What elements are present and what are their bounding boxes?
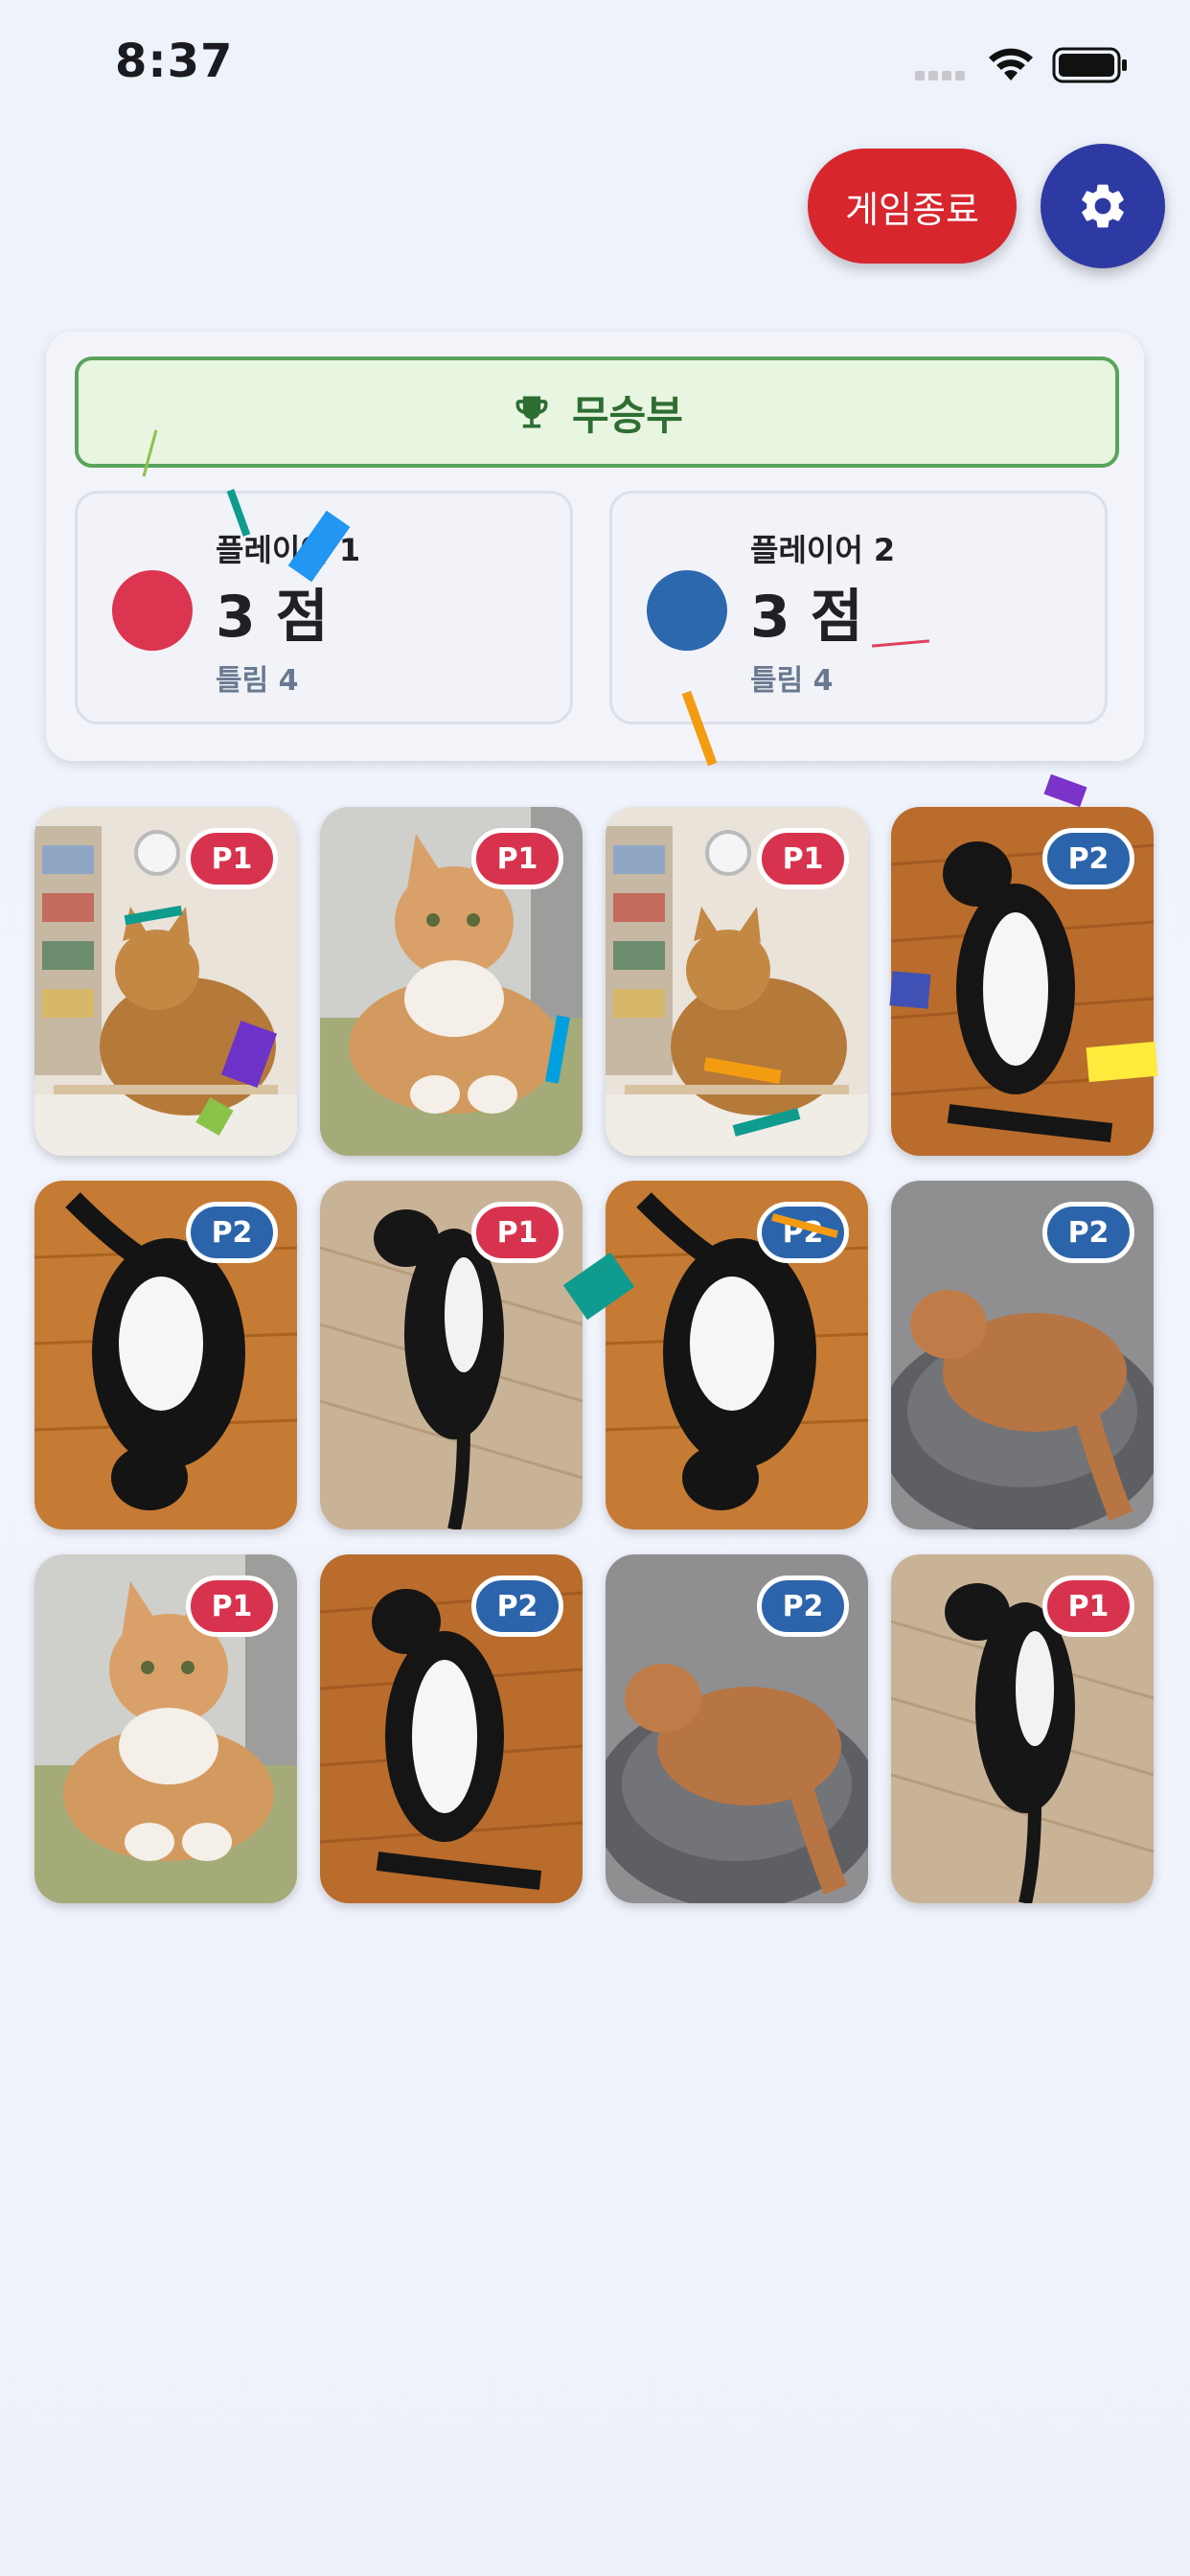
memory-card[interactable]: P1 [891,1554,1154,1903]
owner-badge: P1 [757,828,849,889]
result-banner: 무승부 [75,356,1119,468]
end-game-button[interactable]: 게임종료 [808,149,1017,264]
owner-badge: P1 [186,828,278,889]
player-2-score: 3 점 [750,584,863,651]
owner-badge: P1 [471,828,563,889]
scoreboard-card: 무승부 플레이어 1 3 점 틀림 4 플레이어 2 3 점 틀림 4 [46,332,1144,761]
player-2-name: 플레이어 2 [750,532,896,568]
player-1-color-dot [112,570,193,651]
memory-card[interactable]: P1 [34,1554,297,1903]
owner-badge: P2 [186,1202,278,1263]
player-2-misses: 틀림 4 [750,664,834,698]
cellular-signal-icon [915,71,969,82]
confetti-piece [1043,773,1087,808]
player-1-misses: 틀림 4 [216,664,299,698]
player-1-panel: 플레이어 1 3 점 틀림 4 [75,491,573,724]
settings-button[interactable] [1041,144,1165,268]
owner-badge: P1 [186,1576,278,1637]
memory-card[interactable]: P2 [320,1554,583,1903]
owner-badge: P1 [1042,1576,1134,1637]
memory-card[interactable]: P2 [34,1181,297,1530]
owner-badge: P2 [757,1576,849,1637]
memory-card[interactable]: P1 [320,807,583,1156]
owner-badge: P2 [471,1576,563,1637]
player-1-name: 플레이어 1 [216,532,361,568]
memory-card[interactable]: P1 [34,807,297,1156]
wifi-icon [989,48,1033,80]
result-label: 무승부 [572,391,683,439]
battery-icon [1052,47,1127,83]
owner-badge: P1 [471,1202,563,1263]
memory-card[interactable]: P1 [320,1181,583,1530]
memory-card[interactable]: P2 [891,1181,1154,1530]
owner-badge: P2 [1042,828,1134,889]
memory-card[interactable]: P1 [606,807,868,1156]
memory-card[interactable]: P2 [606,1181,868,1530]
gear-icon [1082,184,1124,228]
player-1-score: 3 점 [216,584,329,651]
status-bar: 8:37 [0,0,1190,134]
player-2-panel: 플레이어 2 3 점 틀림 4 [609,491,1108,724]
status-time: 8:37 [115,34,234,88]
trophy-icon [515,396,548,428]
memory-card[interactable]: P2 [606,1554,868,1903]
memory-card[interactable]: P2 [891,807,1154,1156]
owner-badge: P2 [1042,1202,1134,1263]
card-grid: P1 P1 P1 P2 P2 P1 P2 P2 P1 P2 P2 P1 [34,807,1156,1903]
owner-badge: P2 [757,1202,849,1263]
player-2-color-dot [647,570,727,651]
